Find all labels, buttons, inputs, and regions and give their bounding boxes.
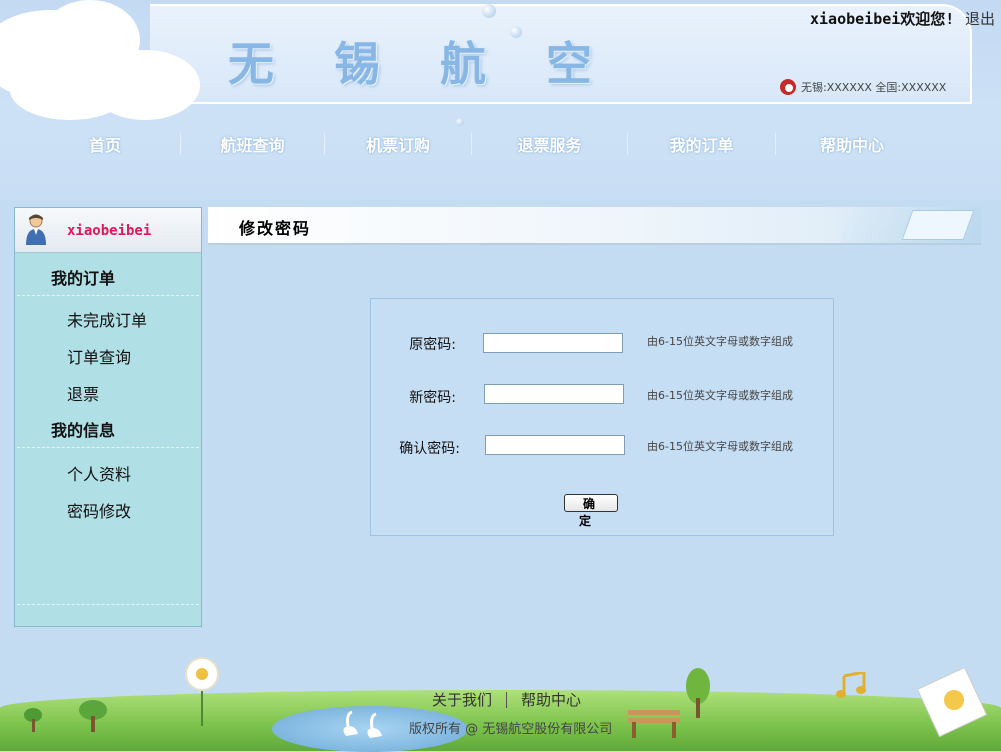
new-password-input[interactable] (484, 384, 624, 404)
bubble-decoration (456, 118, 464, 126)
nav-item-my-orders[interactable]: 我的订单 (628, 132, 775, 156)
page-title-bar: 修改密码 (208, 207, 981, 245)
main-nav: 首页 航班查询 机票订购 退票服务 我的订单 帮助中心 (30, 130, 928, 158)
new-password-hint: 由6-15位英文字母或数字组成 (647, 389, 793, 402)
logout-link[interactable]: 退出 (965, 8, 995, 29)
footer-links: 关于我们 帮助中心 (432, 689, 581, 710)
bubble-decoration (482, 4, 496, 18)
sidebar-heading-orders: 我的订单 (51, 269, 116, 288)
site-title: 无 锡 航 空 (228, 37, 615, 91)
nav-divider (324, 133, 325, 155)
old-password-input[interactable] (483, 333, 623, 353)
change-password-form: 原密码: 由6-15位英文字母或数字组成 新密码: 由6-15位英文字母或数字组… (370, 298, 834, 536)
confirm-password-hint: 由6-15位英文字母或数字组成 (647, 440, 793, 453)
nav-divider (775, 133, 776, 155)
sidebar-item-change-password[interactable]: 密码修改 (15, 493, 201, 530)
sidebar-item-order-query[interactable]: 订单查询 (15, 339, 201, 376)
tree-icon (79, 700, 107, 732)
nav-item-help-center[interactable]: 帮助中心 (776, 132, 928, 156)
flower-icon (185, 657, 219, 726)
old-password-label: 原密码: (409, 337, 456, 353)
nav-item-home[interactable]: 首页 (30, 132, 180, 156)
sidebar-item-profile[interactable]: 个人资料 (15, 456, 201, 493)
sidebar: xiaobeibei 我的订单 未完成订单 订单查询 退票 我的信息 个人资料 … (14, 207, 202, 627)
bench-icon (628, 710, 680, 738)
sidebar-heading-info: 我的信息 (51, 421, 116, 440)
page-title: 修改密码 (239, 219, 312, 238)
nav-divider (627, 133, 628, 155)
old-password-hint: 由6-15位英文字母或数字组成 (647, 335, 793, 348)
sun-card-icon (918, 668, 988, 738)
new-password-label: 新密码: (409, 390, 456, 406)
confirm-password-input[interactable] (485, 435, 625, 455)
footer-link-help[interactable]: 帮助中心 (521, 689, 581, 710)
swan-icon (343, 710, 382, 738)
phone-icon (780, 79, 796, 95)
nav-item-refund-service[interactable]: 退票服务 (472, 132, 627, 156)
nav-divider (471, 133, 472, 155)
document-illustration-icon (901, 210, 975, 240)
header-background: 无 锡 航 空 无锡:XXXXXX 全国:XXXXXX (0, 0, 1001, 200)
sidebar-item-unfinished-orders[interactable]: 未完成订单 (15, 302, 201, 339)
nav-divider (180, 133, 181, 155)
sidebar-divider (17, 604, 199, 605)
nav-item-flight-search[interactable]: 航班查询 (181, 132, 324, 156)
sidebar-username: xiaobeibei (67, 223, 152, 239)
nav-item-ticket-booking[interactable]: 机票订购 (325, 132, 471, 156)
tree-icon (24, 708, 42, 732)
user-avatar-icon (26, 214, 46, 245)
copyright-text: 版权所有 @ 无锡航空股份有限公司 (409, 722, 613, 737)
welcome-text: xiaobeibei欢迎您! (810, 10, 955, 28)
hotline-text: 无锡:XXXXXX 全国:XXXXXX (801, 81, 947, 94)
tree-icon (686, 668, 710, 718)
music-note-icon (836, 672, 866, 698)
user-box: xiaobeibei (15, 208, 201, 253)
footer-divider (506, 691, 508, 708)
confirm-button[interactable]: 确 定 (564, 494, 618, 528)
confirm-password-label: 确认密码: (399, 441, 460, 457)
footer-link-about[interactable]: 关于我们 (432, 689, 492, 710)
hotline: 无锡:XXXXXX 全国:XXXXXX (780, 79, 946, 95)
sidebar-item-refund[interactable]: 退票 (15, 376, 201, 413)
